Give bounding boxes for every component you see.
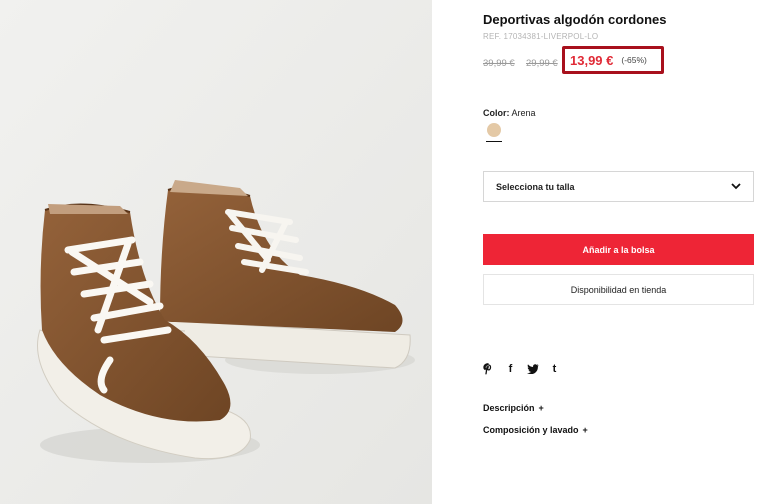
add-to-bag-button[interactable]: Añadir a la bolsa xyxy=(483,234,754,265)
current-price: 13,99 € xyxy=(570,52,614,68)
color-swatch-arena[interactable] xyxy=(487,123,501,137)
plus-icon: + xyxy=(582,425,588,435)
selected-swatch-indicator xyxy=(486,141,502,142)
original-price: 39,99 € xyxy=(483,58,515,69)
tumblr-icon[interactable]: t xyxy=(549,362,560,376)
chevron-down-icon xyxy=(731,183,741,190)
color-label-key: Color: xyxy=(483,108,510,118)
composition-label: Composición y lavado xyxy=(483,425,579,435)
product-image[interactable] xyxy=(0,0,432,504)
social-share: f t xyxy=(483,362,560,376)
color-label: Color: Arena xyxy=(483,108,536,118)
product-title: Deportivas algodón cordones xyxy=(483,12,667,27)
plus-icon: + xyxy=(538,403,544,413)
color-value: Arena xyxy=(511,108,536,118)
size-select[interactable]: Selecciona tu talla xyxy=(483,171,754,202)
product-reference: REF. 17034381-LIVERPOL-LO xyxy=(483,32,599,41)
twitter-icon[interactable] xyxy=(527,364,539,374)
previous-price: 29,99 € xyxy=(526,58,558,69)
facebook-icon[interactable]: f xyxy=(505,362,516,376)
store-availability-button[interactable]: Disponibilidad en tienda xyxy=(483,274,754,305)
composition-accordion[interactable]: Composición y lavado + xyxy=(483,425,588,435)
current-price-box: 13,99 € (-65%) xyxy=(562,46,664,74)
pinterest-icon[interactable] xyxy=(483,363,494,375)
description-label: Descripción xyxy=(483,403,535,413)
description-accordion[interactable]: Descripción + xyxy=(483,403,544,413)
discount-badge: (-65%) xyxy=(621,55,647,65)
size-select-placeholder: Selecciona tu talla xyxy=(496,181,575,192)
